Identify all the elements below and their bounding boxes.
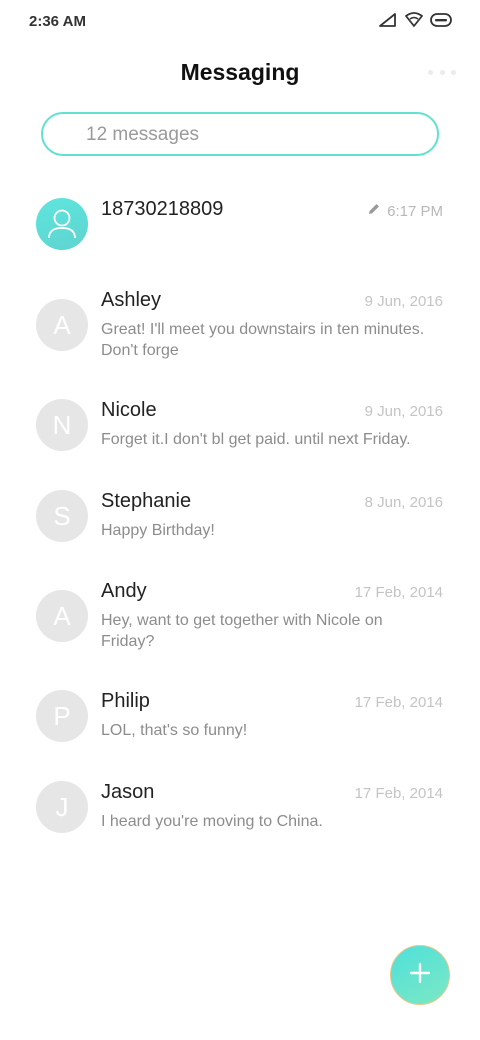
conversation-date: 6:17 PM <box>367 202 443 220</box>
conversation-item[interactable]: A Ashley 9 Jun, 2016 Great! I'll meet yo… <box>0 289 480 379</box>
pencil-icon <box>367 202 381 220</box>
date-text: 6:17 PM <box>387 202 443 220</box>
contact-name: Nicole <box>101 399 157 421</box>
conversation-date: 17 Feb, 2014 <box>354 785 443 802</box>
conversation-date: 17 Feb, 2014 <box>354 584 443 601</box>
conversation-date: 17 Feb, 2014 <box>354 694 443 711</box>
message-snippet: LOL, that's so funny! <box>101 722 248 739</box>
search-input[interactable]: 12 messages <box>41 112 439 156</box>
more-dots-icon[interactable] <box>428 62 456 82</box>
contact-name: Philip <box>101 690 150 712</box>
message-snippet: Happy Birthday! <box>101 522 215 539</box>
new-message-button[interactable] <box>390 945 450 1005</box>
search-placeholder: 12 messages <box>86 124 200 145</box>
conversation-item[interactable]: S Stephanie 8 Jun, 2016 Happy Birthday! <box>0 490 480 560</box>
plus-icon <box>408 961 432 990</box>
status-icons <box>378 12 452 33</box>
conversation-date: 9 Jun, 2016 <box>364 403 443 420</box>
status-time: 2:36 AM <box>29 13 86 30</box>
contact-name: 18730218809 <box>101 198 224 220</box>
battery-icon <box>430 13 452 32</box>
avatar: A <box>36 299 88 351</box>
contact-name: Jason <box>101 781 155 803</box>
app-header: Messaging <box>0 52 480 96</box>
page-title: Messaging <box>180 59 300 85</box>
person-icon <box>36 198 88 250</box>
conversation-item[interactable]: 18730218809 6:17 PM <box>0 198 480 268</box>
message-snippet: Forget it.I don't bl get paid. until nex… <box>101 431 411 448</box>
conversation-item[interactable]: A Andy 17 Feb, 2014 Hey, want to get tog… <box>0 580 480 670</box>
contact-name: Ashley <box>101 289 162 311</box>
avatar: S <box>36 490 88 542</box>
avatar: N <box>36 399 88 451</box>
conversation-item[interactable]: N Nicole 9 Jun, 2016 Forget it.I don't b… <box>0 399 480 469</box>
avatar: J <box>36 781 88 833</box>
message-snippet: Great! I'll meet you downstairs in ten m… <box>101 321 425 359</box>
message-snippet: Hey, want to get together with Nicole on… <box>101 612 383 650</box>
contact-name: Stephanie <box>101 490 192 512</box>
message-snippet: I heard you're moving to China. <box>101 813 323 830</box>
avatar: P <box>36 690 88 742</box>
avatar: A <box>36 590 88 642</box>
conversation-item[interactable]: P Philip 17 Feb, 2014 LOL, that's so fun… <box>0 690 480 760</box>
conversation-item[interactable]: J Jason 17 Feb, 2014 I heard you're movi… <box>0 781 480 851</box>
wifi-icon <box>405 12 423 33</box>
signal-icon <box>378 12 398 33</box>
contact-name: Andy <box>101 580 147 602</box>
conversation-date: 8 Jun, 2016 <box>364 494 443 511</box>
status-bar: 2:36 AM <box>0 0 480 44</box>
conversation-date: 9 Jun, 2016 <box>364 293 443 310</box>
